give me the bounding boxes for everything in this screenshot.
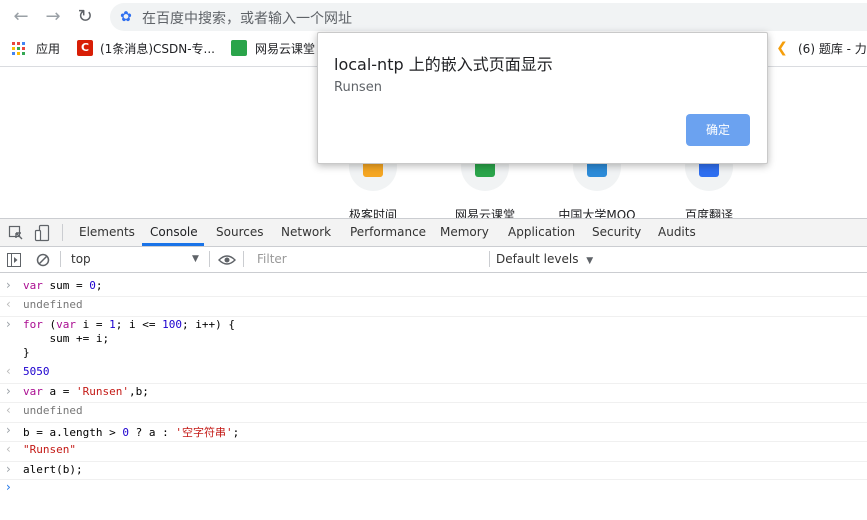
tab-network[interactable]: Network: [281, 219, 331, 246]
console-line: ‹ 5050: [0, 363, 867, 384]
divider: [209, 251, 210, 267]
console-code-text: b = a.length > 0 ? a : '空字符串';: [23, 426, 240, 439]
console-line: ‹ "Runsen": [0, 441, 867, 462]
console-code-text: alert(b);: [23, 463, 83, 476]
tab-audits[interactable]: Audits: [658, 219, 696, 246]
log-levels-dropdown[interactable]: Default levels ▼: [496, 249, 593, 271]
filter-input[interactable]: Filter: [247, 249, 487, 269]
tab-elements[interactable]: Elements: [79, 219, 135, 246]
console-input[interactable]: [22, 478, 862, 494]
baidu-icon: ✿: [120, 9, 132, 25]
active-tab-indicator: [142, 243, 204, 246]
filter-placeholder: Filter: [257, 252, 287, 266]
tab-application[interactable]: Application: [508, 219, 575, 246]
input-chevron-icon: ›: [6, 278, 11, 292]
tab-performance[interactable]: Performance: [350, 219, 426, 246]
tab-security[interactable]: Security: [592, 219, 641, 246]
input-chevron-icon: ›: [6, 462, 11, 476]
bookmark-leetcode[interactable]: (6) 题库 - 力扣: [798, 40, 867, 58]
result-chevron-icon: ‹: [6, 364, 11, 378]
clear-console-icon[interactable]: [36, 252, 50, 267]
divider: [60, 251, 61, 267]
console-result-text: "Runsen": [23, 443, 76, 456]
console-prompt-icon: ›: [6, 480, 11, 494]
bookmark-csdn[interactable]: (1条消息)CSDN-专...: [100, 40, 215, 58]
console-line: ‹ undefined: [0, 402, 867, 423]
inspect-element-icon[interactable]: [8, 225, 24, 241]
divider: [489, 251, 490, 267]
console-result-text: undefined: [23, 298, 83, 311]
csdn-icon: C: [77, 40, 93, 56]
console-result-text: 5050: [23, 365, 50, 378]
eye-icon[interactable]: [218, 252, 236, 266]
console-code-text: }: [23, 346, 30, 359]
back-arrow-icon[interactable]: ←: [10, 6, 32, 28]
console-code-text: var sum = 0;: [23, 279, 103, 292]
dialog-title: local-ntp 上的嵌入式页面显示: [334, 55, 553, 74]
context-value: top: [71, 252, 91, 266]
console-line: › var a = 'Runsen',b;: [0, 383, 867, 403]
leetcode-icon: ❮: [776, 40, 788, 56]
console-line: › b = a.length > 0 ? a : '空字符串';: [0, 422, 867, 442]
bookmark-apps[interactable]: 应用: [36, 40, 60, 58]
omnibox-input[interactable]: 在百度中搜索，或者输入一个网址: [142, 8, 352, 28]
console-line: ‹ undefined: [0, 296, 867, 317]
dialog-message: Runsen: [334, 80, 382, 95]
tab-sources[interactable]: Sources: [216, 219, 263, 246]
console-line: sum += i;: [0, 330, 867, 345]
netease-icon: [231, 40, 247, 56]
divider: [243, 251, 244, 267]
divider: [62, 224, 63, 241]
dropdown-caret-icon: ▼: [192, 254, 199, 264]
result-chevron-icon: ‹: [6, 297, 11, 311]
console-line: }: [0, 344, 867, 363]
context-selector[interactable]: top ▼: [66, 249, 204, 269]
device-toolbar-icon[interactable]: [34, 224, 50, 242]
input-chevron-icon: ›: [6, 384, 11, 398]
levels-label: Default levels: [496, 252, 579, 266]
sidebar-toggle-icon[interactable]: [7, 252, 21, 267]
tab-console[interactable]: Console: [150, 219, 198, 246]
tab-memory[interactable]: Memory: [440, 219, 489, 246]
console-line: › var sum = 0;: [0, 277, 867, 297]
console-line: › for (var i = 1; i <= 100; i++) {: [0, 316, 867, 331]
input-chevron-icon: ›: [6, 317, 11, 331]
bookmark-netease[interactable]: 网易云课堂: [255, 40, 315, 58]
dropdown-caret-icon: ▼: [586, 256, 594, 266]
apps-grid-icon: [12, 41, 26, 55]
input-chevron-icon: ›: [6, 423, 11, 437]
ok-button[interactable]: 确定: [686, 114, 750, 146]
forward-arrow-icon[interactable]: →: [42, 6, 64, 28]
result-chevron-icon: ‹: [6, 442, 11, 456]
console-result-text: undefined: [23, 404, 83, 417]
console-code-text: var a = 'Runsen',b;: [23, 385, 149, 398]
result-chevron-icon: ‹: [6, 403, 11, 417]
reload-icon[interactable]: ↻: [74, 6, 96, 28]
